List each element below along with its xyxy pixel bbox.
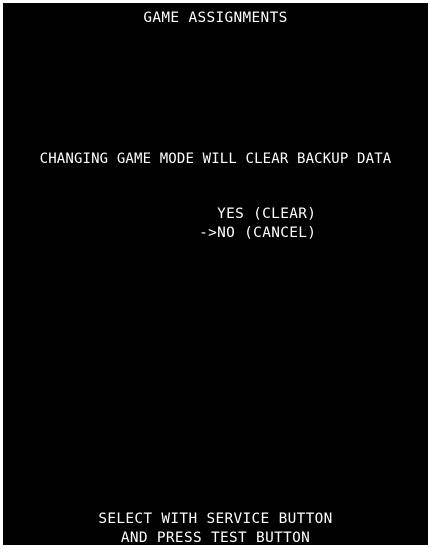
screen-title: GAME ASSIGNMENTS <box>143 10 288 26</box>
test-mode-screen: GAME ASSIGNMENTS CHANGING GAME MODE WILL… <box>3 3 428 545</box>
instruction-line-1: SELECT WITH SERVICE BUTTON <box>98 511 333 527</box>
instruction-line-2: AND PRESS TEST BUTTON <box>120 530 311 545</box>
option-no-label: NO (CANCEL) <box>217 225 317 241</box>
option-no-cancel[interactable]: ->NO (CANCEL) <box>145 206 316 260</box>
warning-message: CHANGING GAME MODE WILL CLEAR BACKUP DAT… <box>39 151 392 167</box>
selection-cursor: -> <box>199 225 218 241</box>
